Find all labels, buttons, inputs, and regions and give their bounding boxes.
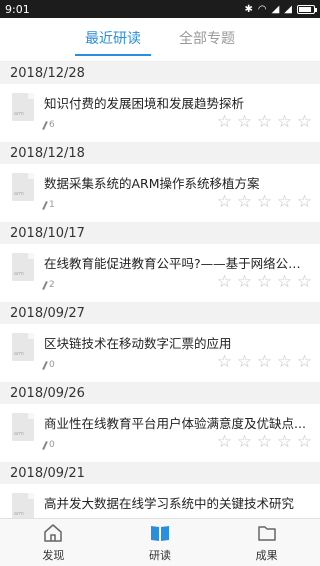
list-item[interactable]: arm 商业性在线教育平台用户体验满意度及优缺点... 0 ☆ ☆ ☆ ☆ ☆ bbox=[0, 404, 320, 462]
read-count: 2 bbox=[42, 280, 55, 290]
star-icon[interactable]: ☆ bbox=[235, 114, 254, 131]
star-rating[interactable]: ☆ ☆ ☆ ☆ ☆ bbox=[215, 274, 314, 291]
date-header: 2018/09/27 bbox=[0, 302, 320, 324]
star-icon[interactable]: ☆ bbox=[255, 434, 274, 451]
pen-icon bbox=[42, 440, 48, 450]
top-tabs: 最近研读 全部专题 bbox=[0, 18, 320, 62]
read-count: 0 bbox=[42, 360, 55, 370]
status-icons: ✱ ◠ ◢ ◢ bbox=[244, 3, 317, 15]
nav-discover[interactable]: 发现 bbox=[18, 522, 88, 563]
home-icon bbox=[44, 524, 63, 542]
star-rating[interactable]: ☆ ☆ ☆ ☆ ☆ bbox=[215, 434, 314, 451]
item-title: 区块链技术在移动数字汇票的应用 bbox=[44, 336, 232, 351]
date-header: 2018/12/18 bbox=[0, 142, 320, 164]
item-title: 高并发大数据在线学习系统中的关键技术研究 bbox=[44, 496, 295, 511]
date-header: 2018/12/28 bbox=[0, 62, 320, 84]
pen-icon bbox=[42, 360, 48, 370]
signal-icon-2: ◢ bbox=[284, 3, 292, 15]
star-icon[interactable]: ☆ bbox=[295, 194, 314, 211]
star-icon[interactable]: ☆ bbox=[275, 354, 294, 371]
date-header: 2018/09/21 bbox=[0, 462, 320, 484]
read-count: 1 bbox=[42, 200, 55, 210]
star-icon[interactable]: ☆ bbox=[215, 274, 234, 291]
nav-label: 研读 bbox=[148, 549, 171, 562]
status-time: 9:01 bbox=[5, 2, 30, 16]
star-icon[interactable]: ☆ bbox=[255, 114, 274, 131]
book-icon bbox=[150, 526, 169, 541]
item-title: 知识付费的发展困境和发展趋势探析 bbox=[44, 96, 245, 111]
star-icon[interactable]: ☆ bbox=[235, 434, 254, 451]
nav-reading[interactable]: 研读 bbox=[125, 522, 195, 563]
item-title: 商业性在线教育平台用户体验满意度及优缺点... bbox=[44, 416, 306, 431]
pen-icon bbox=[42, 280, 48, 290]
bluetooth-icon: ✱ bbox=[244, 3, 253, 15]
star-icon[interactable]: ☆ bbox=[275, 194, 294, 211]
star-icon[interactable]: ☆ bbox=[275, 434, 294, 451]
star-icon[interactable]: ☆ bbox=[295, 114, 314, 131]
pen-icon bbox=[42, 200, 48, 210]
document-icon: arm bbox=[12, 93, 34, 121]
star-icon[interactable]: ☆ bbox=[295, 354, 314, 371]
star-icon[interactable]: ☆ bbox=[295, 274, 314, 291]
battery-icon bbox=[297, 4, 317, 14]
star-icon[interactable]: ☆ bbox=[255, 354, 274, 371]
folder-icon bbox=[257, 526, 276, 541]
star-icon[interactable]: ☆ bbox=[235, 274, 254, 291]
wifi-icon: ◠ bbox=[257, 3, 267, 15]
tab-all-topics[interactable]: 全部专题 bbox=[175, 24, 239, 56]
star-rating[interactable]: ☆ ☆ ☆ ☆ ☆ bbox=[215, 354, 314, 371]
reading-list[interactable]: 2018/12/28 arm 知识付费的发展困境和发展趋势探析 6 ☆ ☆ ☆ … bbox=[0, 62, 320, 518]
nav-label: 成果 bbox=[255, 549, 278, 562]
document-icon: arm bbox=[12, 413, 34, 441]
status-bar: 9:01 ✱ ◠ ◢ ◢ bbox=[0, 0, 320, 18]
star-icon[interactable]: ☆ bbox=[295, 434, 314, 451]
document-icon: arm bbox=[12, 493, 34, 518]
list-item[interactable]: arm 知识付费的发展困境和发展趋势探析 6 ☆ ☆ ☆ ☆ ☆ bbox=[0, 84, 320, 142]
item-title: 在线教育能促进教育公平吗?——基于网络公选... bbox=[44, 256, 306, 271]
star-icon[interactable]: ☆ bbox=[235, 194, 254, 211]
date-header: 2018/10/17 bbox=[0, 222, 320, 244]
list-item[interactable]: arm 在线教育能促进教育公平吗?——基于网络公选... 2 ☆ ☆ ☆ ☆ ☆ bbox=[0, 244, 320, 302]
star-rating[interactable]: ☆ ☆ ☆ ☆ ☆ bbox=[215, 114, 314, 131]
document-icon: arm bbox=[12, 253, 34, 281]
star-rating[interactable]: ☆ ☆ ☆ ☆ ☆ bbox=[215, 194, 314, 211]
list-item[interactable]: arm 区块链技术在移动数字汇票的应用 0 ☆ ☆ ☆ ☆ ☆ bbox=[0, 324, 320, 382]
item-title: 数据采集系统的ARM操作系统移植方案 bbox=[44, 176, 260, 191]
star-icon[interactable]: ☆ bbox=[255, 274, 274, 291]
nav-results[interactable]: 成果 bbox=[232, 522, 302, 563]
date-header: 2018/09/26 bbox=[0, 382, 320, 404]
bottom-nav: 发现 研读 成果 bbox=[0, 518, 320, 566]
star-icon[interactable]: ☆ bbox=[215, 354, 234, 371]
star-icon[interactable]: ☆ bbox=[215, 114, 234, 131]
read-count: 6 bbox=[42, 120, 55, 130]
star-icon[interactable]: ☆ bbox=[215, 194, 234, 211]
signal-icon: ◢ bbox=[271, 3, 280, 15]
nav-label: 发现 bbox=[42, 549, 65, 562]
pen-icon bbox=[42, 120, 48, 130]
star-icon[interactable]: ☆ bbox=[275, 114, 294, 131]
read-count: 0 bbox=[42, 440, 55, 450]
star-icon[interactable]: ☆ bbox=[255, 194, 274, 211]
list-item[interactable]: arm 高并发大数据在线学习系统中的关键技术研究 bbox=[0, 484, 320, 518]
document-icon: arm bbox=[12, 173, 34, 201]
star-icon[interactable]: ☆ bbox=[215, 434, 234, 451]
list-item[interactable]: arm 数据采集系统的ARM操作系统移植方案 1 ☆ ☆ ☆ ☆ ☆ bbox=[0, 164, 320, 222]
star-icon[interactable]: ☆ bbox=[235, 354, 254, 371]
tab-recent-reading[interactable]: 最近研读 bbox=[75, 24, 151, 56]
star-icon[interactable]: ☆ bbox=[275, 274, 294, 291]
document-icon: arm bbox=[12, 333, 34, 361]
